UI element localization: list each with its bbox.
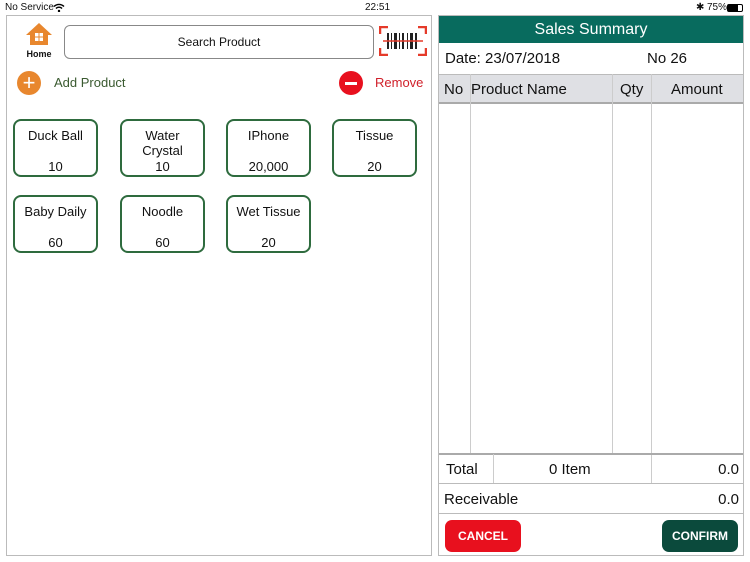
table-header: No Product Name Qty Amount (439, 74, 743, 104)
carrier-label: No Service (5, 2, 54, 13)
sale-date: Date: 23/07/2018 (445, 50, 561, 67)
product-tile[interactable]: Water Crystal 10 (120, 119, 205, 177)
total-amount: 0.0 (718, 461, 739, 478)
product-qty: 20 (261, 235, 276, 250)
product-name: Baby Daily (24, 204, 87, 219)
clock: 22:51 (365, 2, 391, 13)
barcode-scan-icon[interactable] (379, 26, 427, 56)
cancel-button[interactable]: CANCEL (445, 520, 521, 552)
product-qty: 20,000 (248, 159, 289, 174)
remove-icon[interactable] (339, 71, 363, 95)
confirm-button[interactable]: CONFIRM (662, 520, 738, 552)
receivable-label: Receivable (444, 491, 519, 508)
product-tile[interactable]: Duck Ball 10 (13, 119, 98, 177)
product-tile[interactable]: Baby Daily 60 (13, 195, 98, 253)
product-tile[interactable]: Noodle 60 (120, 195, 205, 253)
bluetooth-icon: ✱ (696, 2, 705, 13)
search-input[interactable]: Search Product (64, 25, 374, 59)
battery-percent: 75% (707, 2, 728, 13)
col-no: No (444, 81, 464, 98)
product-tile[interactable]: Tissue 20 (332, 119, 417, 177)
product-name: Wet Tissue (236, 204, 301, 219)
wifi-icon (53, 3, 65, 12)
battery-icon (727, 4, 743, 12)
sale-number: No 26 (647, 50, 688, 67)
product-qty: 10 (48, 159, 63, 174)
add-product-icon[interactable]: + (17, 71, 41, 95)
total-items: 0 Item (549, 461, 591, 478)
add-product-button[interactable]: Add Product (54, 75, 126, 90)
home-label: Home (26, 49, 52, 59)
product-name: Tissue (355, 128, 394, 143)
sales-summary-title: Sales Summary (439, 16, 743, 43)
product-qty: 60 (48, 235, 63, 250)
remove-button[interactable]: Remove (375, 75, 423, 90)
col-qty: Qty (620, 81, 644, 98)
col-amount: Amount (671, 81, 723, 98)
home-icon (26, 23, 52, 45)
home-button[interactable]: Home (21, 22, 57, 59)
product-name: Noodle (141, 204, 184, 219)
product-name: IPhone (247, 128, 290, 143)
product-qty: 60 (155, 235, 170, 250)
product-tile[interactable]: Wet Tissue 20 (226, 195, 311, 253)
receivable-amount: 0.0 (718, 491, 739, 508)
product-qty: 20 (367, 159, 382, 174)
product-panel: Home Search Product + Add Product Remove (6, 15, 432, 556)
product-name: Water Crystal (142, 128, 183, 158)
product-qty: 10 (155, 159, 170, 174)
col-product-name: Product Name (471, 81, 567, 98)
product-tile[interactable]: IPhone 20,000 (226, 119, 311, 177)
sales-summary-panel: Sales Summary Date: 23/07/2018 No 26 No … (438, 15, 744, 556)
total-label: Total (446, 461, 478, 478)
product-name: Duck Ball (28, 128, 83, 143)
